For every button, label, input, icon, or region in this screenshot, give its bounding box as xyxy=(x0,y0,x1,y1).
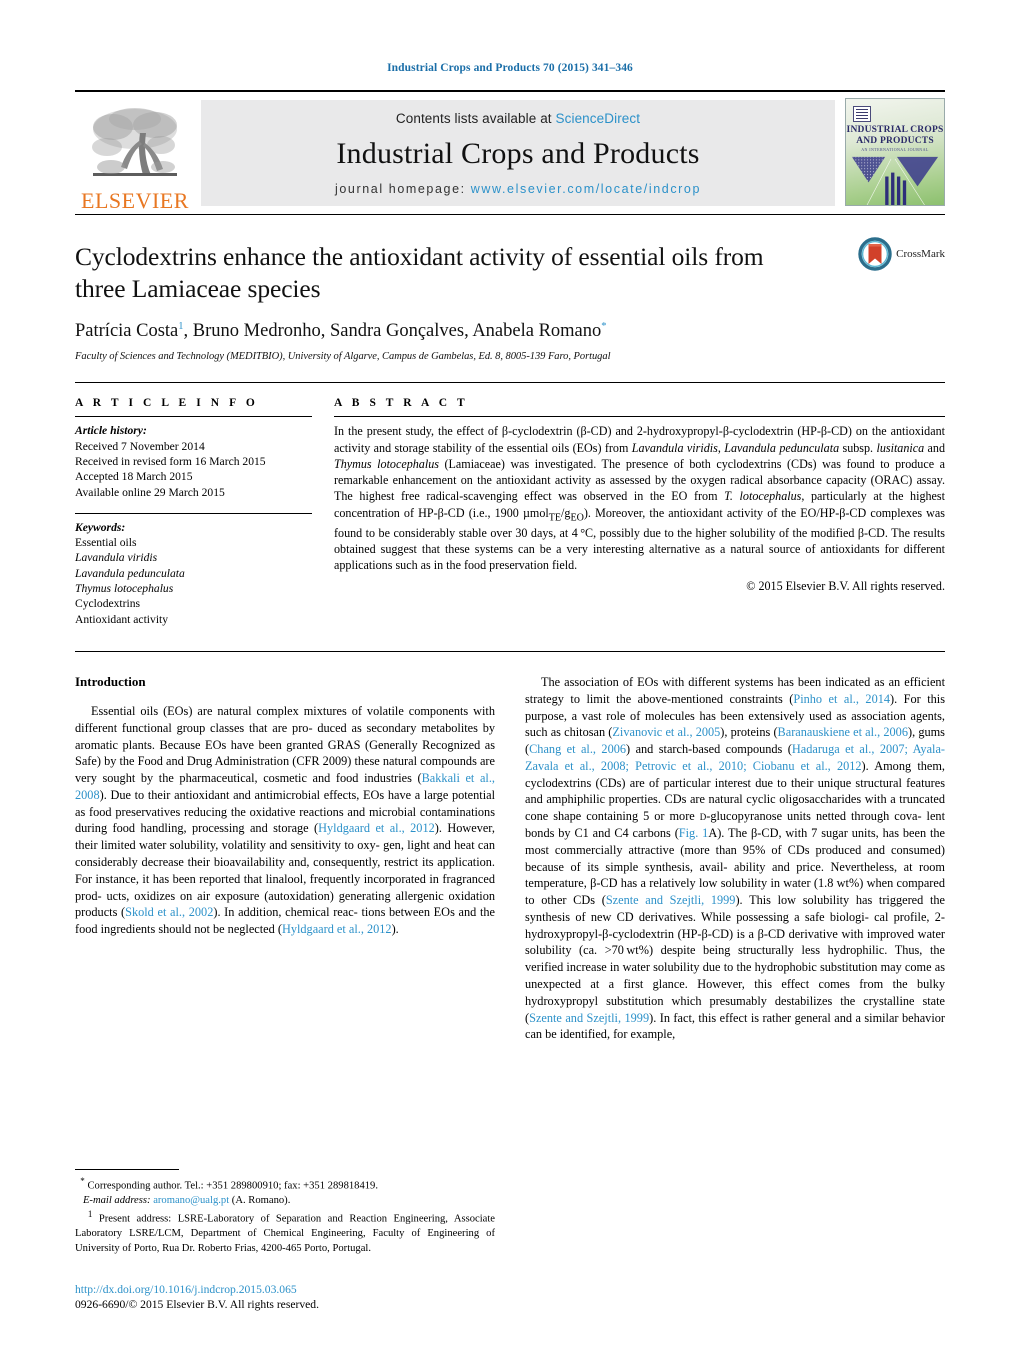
keyword-item: Essential oils xyxy=(75,536,137,550)
author-list: Patrícia Costa1, Bruno Medronho, Sandra … xyxy=(75,321,607,342)
doi-link[interactable]: http://dx.doi.org/10.1016/j.indcrop.2015… xyxy=(75,1282,505,1298)
paragraph: Essential oils (EOs) are natural complex… xyxy=(75,703,495,937)
article-info-heading: A R T I C L E I N F O xyxy=(75,397,259,410)
keywords-rule xyxy=(75,512,312,514)
email-link[interactable]: aromano@ualg.pt xyxy=(153,1195,229,1206)
corresponding-author-mark[interactable]: * xyxy=(601,321,606,332)
keywords-block: Keywords: Essential oils Lavandula virid… xyxy=(75,520,312,627)
elsevier-tree-icon xyxy=(92,108,177,176)
keyword-item: Lavandula pedunculata xyxy=(75,566,185,580)
elsevier-logo: ELSEVIER xyxy=(75,92,195,214)
cover-title-line1: INDUSTRIAL CROPS xyxy=(846,125,944,135)
cover-title: INDUSTRIAL CROPS AND PRODUCTS xyxy=(846,125,944,146)
keywords-label: Keywords: xyxy=(75,520,126,534)
sciencedirect-link[interactable]: ScienceDirect xyxy=(556,111,641,126)
footnote-corresponding-author: * Corresponding author. Tel.: +351 28980… xyxy=(75,1175,495,1208)
citation-link[interactable]: Szente and Szejtli, 1999 xyxy=(529,1011,649,1025)
keyword-item: Antioxidant activity xyxy=(75,612,169,626)
running-head: Industrial Crops and Products 70 (2015) … xyxy=(387,62,633,74)
issn-copyright-line: 0926-6690/© 2015 Elsevier B.V. All right… xyxy=(75,1298,319,1312)
footnote-divider xyxy=(75,1168,179,1170)
footnote-block: * Corresponding author. Tel.: +351 28980… xyxy=(75,1168,495,1256)
citation-link[interactable]: Pinho et al., 2014 xyxy=(793,692,890,706)
body-column-left: Introduction Essential oils (EOs) are na… xyxy=(75,674,495,1052)
article-info-column: A R T I C L E I N F O Article history: R… xyxy=(75,397,312,627)
journal-title: Industrial Crops and Products xyxy=(336,137,700,170)
citation-link[interactable]: Hyldgaard et al., 2012 xyxy=(318,821,435,835)
history-item: Available online 29 March 2015 xyxy=(75,485,225,499)
citation-link[interactable]: Skold et al., 2002 xyxy=(125,905,213,919)
citation-link[interactable]: Bakkali et al., 2008 xyxy=(75,771,495,802)
figure-link[interactable]: Fig. 1 xyxy=(679,826,709,840)
history-item: Received 7 November 2014 xyxy=(75,439,205,453)
cover-subtitle: AN INTERNATIONAL JOURNAL xyxy=(861,147,929,152)
journal-masthead: ELSEVIER Contents lists available at Sci… xyxy=(75,90,945,214)
contents-available-line: Contents lists available at ScienceDirec… xyxy=(396,111,640,126)
citation-link[interactable]: Chang et al., 2006 xyxy=(529,742,626,756)
homepage-prefix: journal homepage: xyxy=(334,182,471,196)
abstract-rule xyxy=(334,416,945,418)
footnote-marker: * xyxy=(80,1175,85,1186)
info-abstract-row: A R T I C L E I N F O Article history: R… xyxy=(75,383,945,627)
footnote-text: Present address: LSRE-Laboratory of Sepa… xyxy=(75,1213,496,1254)
abstract-column: A B S T R A C T In the present study, th… xyxy=(334,397,945,627)
abstract-text: In the present study, the effect of β-cy… xyxy=(334,424,946,573)
abstract-heading: A B S T R A C T xyxy=(334,397,469,410)
author-name[interactable]: Anabela Romano xyxy=(472,321,601,341)
paragraph: The association of EOs with different sy… xyxy=(525,674,945,1042)
article-history-block: Article history: Received 7 November 201… xyxy=(75,423,312,499)
keyword-item: Cyclodextrins xyxy=(75,597,141,611)
keyword-item: Thymus lotocephalus xyxy=(75,582,174,596)
citation-link[interactable]: Baranauskiene et al., 2006 xyxy=(778,725,908,739)
abstract-copyright: © 2015 Elsevier B.V. All rights reserved… xyxy=(746,579,945,594)
citation-link[interactable]: Hyldgaard et al., 2012 xyxy=(282,922,392,936)
footnote-present-address: 1 Present address: LSRE-Laboratory of Se… xyxy=(75,1208,495,1256)
journal-homepage-line: journal homepage: www.elsevier.com/locat… xyxy=(335,182,701,196)
title-block: Cyclodextrins enhance the antioxidant ac… xyxy=(75,215,945,362)
page-title: Cyclodextrins enhance the antioxidant ac… xyxy=(75,242,764,304)
author-affiliation: Faculty of Sciences and Technology (MEDI… xyxy=(75,351,611,363)
cover-emblem-icon xyxy=(853,106,871,122)
body-columns: Introduction Essential oils (EOs) are na… xyxy=(75,652,945,1052)
journal-cover-thumbnail[interactable]: INDUSTRIAL CROPS AND PRODUCTS AN INTERNA… xyxy=(845,98,945,206)
author-mark[interactable]: 1 xyxy=(178,321,183,332)
email-owner: (A. Romano). xyxy=(231,1194,291,1206)
author-name[interactable]: Bruno Medronho xyxy=(193,321,321,341)
crossmark-label: CrossMark xyxy=(896,248,945,260)
cover-title-line2: AND PRODUCTS xyxy=(856,135,934,146)
journal-band: Contents lists available at ScienceDirec… xyxy=(201,100,835,206)
history-item: Accepted 18 March 2015 xyxy=(75,470,193,484)
cover-artwork xyxy=(851,156,939,205)
article-info-rule xyxy=(75,416,312,418)
journal-article-page: Industrial Crops and Products 70 (2015) … xyxy=(0,0,1020,1351)
journal-homepage-link[interactable]: www.elsevier.com/locate/indcrop xyxy=(471,182,701,196)
crossmark-icon[interactable] xyxy=(858,237,892,271)
publication-footer: http://dx.doi.org/10.1016/j.indcrop.2015… xyxy=(75,1282,505,1313)
history-item: Received in revised form 16 March 2015 xyxy=(75,455,266,468)
email-label: E-mail address: xyxy=(82,1194,151,1206)
article-history-label: Article history: xyxy=(75,424,147,438)
footnote-text: Corresponding author. Tel.: +351 2898009… xyxy=(87,1180,378,1192)
elsevier-wordmark: ELSEVIER xyxy=(81,188,189,213)
contents-prefix: Contents lists available at xyxy=(395,111,556,126)
author-name[interactable]: Sandra Gonçalves xyxy=(330,321,464,341)
citation-link[interactable]: Szente and Szejtli, 1999 xyxy=(606,893,736,907)
footnote-marker: 1 xyxy=(87,1209,93,1220)
keyword-item: Lavandula viridis xyxy=(75,551,158,565)
body-column-right: The association of EOs with different sy… xyxy=(525,674,945,1052)
author-name[interactable]: Patrícia Costa xyxy=(75,321,178,341)
crossmark-badge[interactable]: CrossMark xyxy=(858,237,945,271)
citation-link[interactable]: Zivanovic et al., 2005 xyxy=(612,725,720,739)
section-heading-introduction: Introduction xyxy=(75,673,146,689)
